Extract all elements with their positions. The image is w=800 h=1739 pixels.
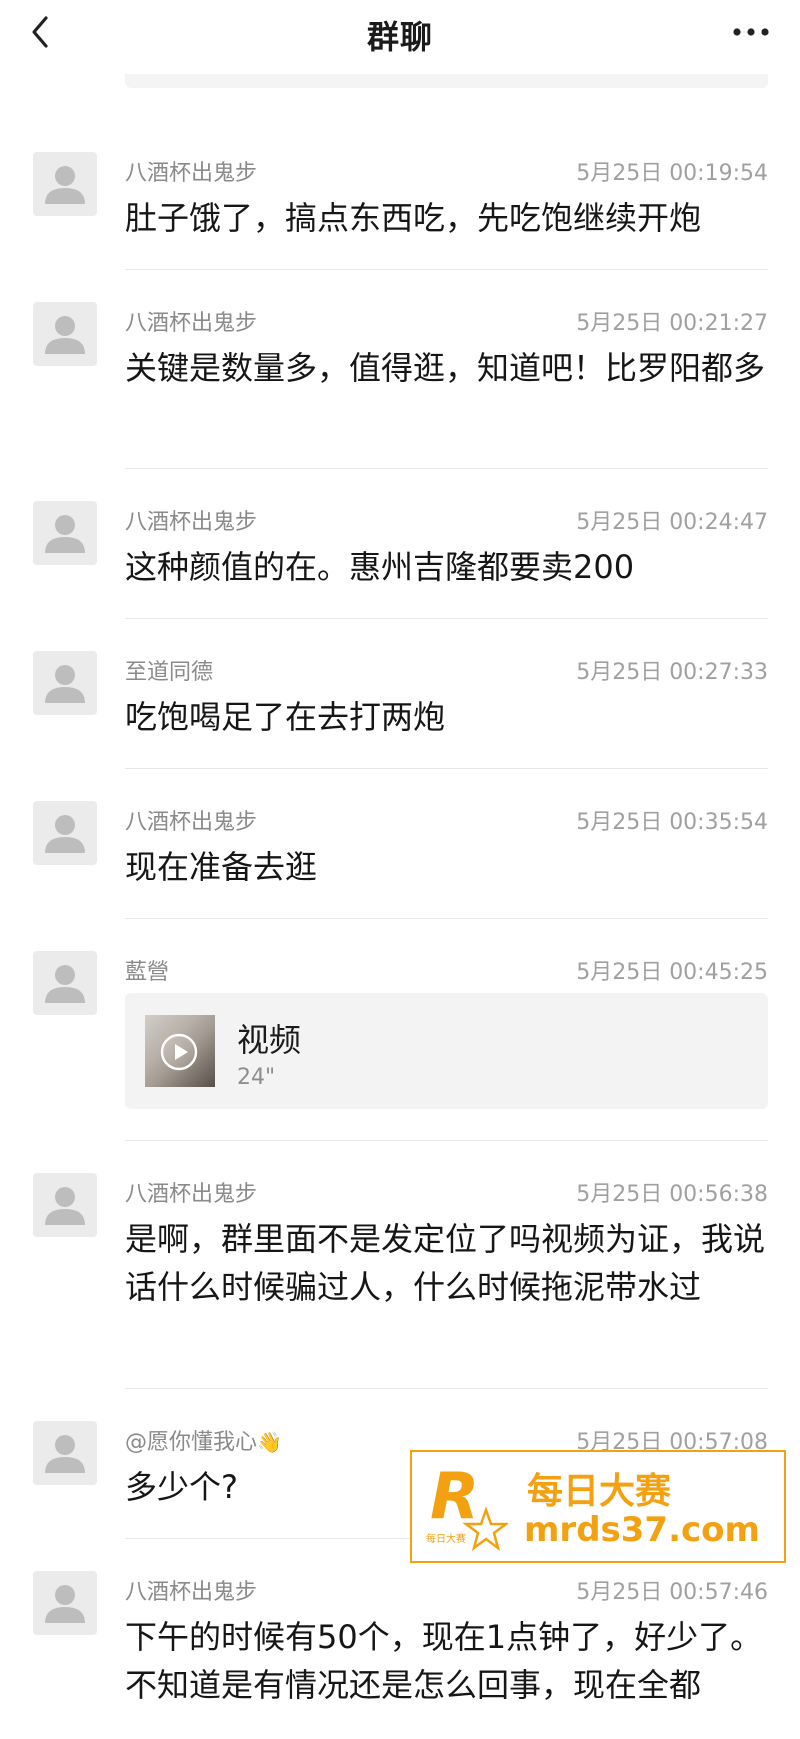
- waving-hand-emoji: 👋: [257, 1430, 282, 1454]
- message-text: 肚子饿了，搞点东西吃，先吃饱继续开炮: [125, 199, 702, 237]
- message-item: 至道同德 5月25日 00:27:33 吃饱喝足了在去打两炮: [0, 619, 800, 769]
- watermark-banner: R 每日大赛 每日大赛 mrds37.com: [410, 1450, 786, 1563]
- default-avatar-icon: [45, 1585, 85, 1623]
- sender-name[interactable]: @愿你懂我心👋: [125, 1424, 282, 1456]
- message-text: 这种颜值的在。惠州吉隆都要卖200: [125, 548, 635, 586]
- watermark-url: mrds37.com: [524, 1510, 760, 1550]
- default-avatar-icon: [45, 1187, 85, 1225]
- avatar[interactable]: [33, 1173, 97, 1237]
- avatar[interactable]: [33, 651, 97, 715]
- video-title: 视频: [237, 1021, 302, 1059]
- message-text: 下午的时候有50个，现在1点钟了，好少了。不知道是有情况还是怎么回事，现在全都: [125, 1618, 763, 1704]
- sender-name[interactable]: 八酒杯出鬼步: [125, 504, 257, 536]
- video-message-card[interactable]: 视频 24": [125, 993, 768, 1109]
- message-text: 关键是数量多，值得逛，知道吧！比罗阳都多: [125, 349, 766, 387]
- avatar[interactable]: [33, 801, 97, 865]
- message-time: 5月25日 00:35:54: [576, 810, 768, 835]
- sender-name[interactable]: 八酒杯出鬼步: [125, 305, 257, 337]
- sender-name[interactable]: 八酒杯出鬼步: [125, 1574, 257, 1606]
- message-time: 5月25日 00:56:38: [576, 1182, 768, 1207]
- avatar[interactable]: [33, 951, 97, 1015]
- video-thumbnail[interactable]: [145, 1015, 215, 1087]
- default-avatar-icon: [45, 1435, 85, 1473]
- more-dots-icon[interactable]: [730, 20, 772, 44]
- message-item: 八酒杯出鬼步 5月25日 00:21:27 关键是数量多，值得逛，知道吧！比罗阳…: [0, 270, 800, 469]
- message-text: 现在准备去逛: [125, 848, 318, 886]
- message-item: 藍營 5月25日 00:45:25 视频 24": [0, 919, 800, 1141]
- sender-name-text: @愿你懂我心: [125, 1430, 258, 1455]
- message-text: 吃饱喝足了在去打两炮: [125, 698, 446, 736]
- default-avatar-icon: [45, 665, 85, 703]
- video-duration: 24": [237, 1065, 276, 1090]
- message-item: 八酒杯出鬼步 5月25日 00:56:38 是啊，群里面不是发定位了吗视频为证，…: [0, 1141, 800, 1389]
- message-time: 5月25日 00:19:54: [576, 161, 768, 186]
- avatar[interactable]: [33, 501, 97, 565]
- message-item: 八酒杯出鬼步 5月25日 00:35:54 现在准备去逛: [0, 769, 800, 919]
- top-bar: 群聊: [0, 0, 800, 74]
- sender-name[interactable]: 八酒杯出鬼步: [125, 1176, 257, 1208]
- avatar[interactable]: [33, 152, 97, 216]
- message-item: 八酒杯出鬼步 5月25日 00:57:46 下午的时候有50个，现在1点钟了，好…: [0, 1539, 800, 1739]
- default-avatar-icon: [45, 166, 85, 204]
- svg-text:每日大赛: 每日大赛: [426, 1532, 466, 1545]
- site-logo: R 每日大赛: [426, 1460, 508, 1552]
- watermark-name: 每日大赛: [527, 1471, 672, 1512]
- sender-name[interactable]: 八酒杯出鬼步: [125, 155, 257, 187]
- avatar[interactable]: [33, 1571, 97, 1635]
- avatar[interactable]: [33, 1421, 97, 1485]
- sender-name[interactable]: 八酒杯出鬼步: [125, 804, 257, 836]
- page-title: 群聊: [366, 18, 433, 56]
- message-time: 5月25日 00:45:25: [576, 960, 768, 985]
- message-time: 5月25日 00:27:33: [576, 660, 768, 685]
- message-time: 5月25日 00:24:47: [576, 510, 768, 535]
- message-time: 5月25日 00:57:46: [576, 1580, 768, 1605]
- sender-name[interactable]: 至道同德: [125, 654, 213, 686]
- default-avatar-icon: [45, 316, 85, 354]
- message-time: 5月25日 00:21:27: [576, 311, 768, 336]
- default-avatar-icon: [45, 515, 85, 553]
- message-item: 八酒杯出鬼步 5月25日 00:19:54 肚子饿了，搞点东西吃，先吃饱继续开炮: [0, 120, 800, 270]
- message-text: 是啊，群里面不是发定位了吗视频为证，我说话什么时候骗过人，什么时候拖泥带水过: [125, 1220, 766, 1306]
- play-icon[interactable]: [159, 1032, 199, 1072]
- default-avatar-icon: [45, 815, 85, 853]
- default-avatar-icon: [45, 965, 85, 1003]
- avatar[interactable]: [33, 302, 97, 366]
- message-item: 八酒杯出鬼步 5月25日 00:24:47 这种颜值的在。惠州吉隆都要卖200: [0, 469, 800, 619]
- sender-name[interactable]: 藍營: [125, 954, 169, 986]
